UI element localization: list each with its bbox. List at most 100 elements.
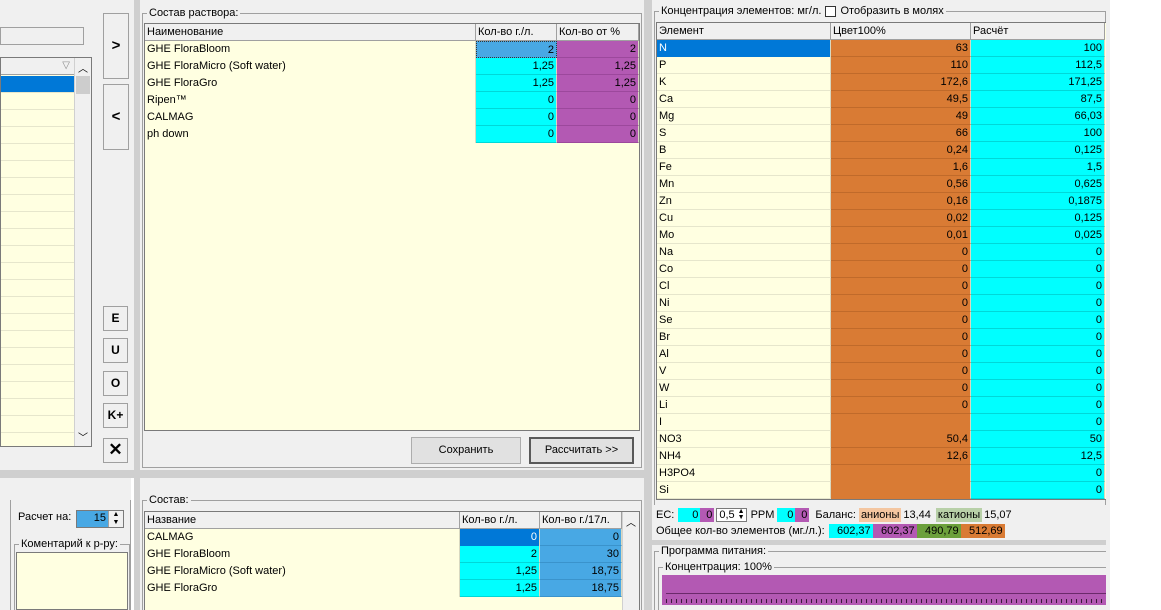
el-header-element[interactable]: Элемент (657, 23, 831, 40)
element-calc-cell[interactable]: 0,1875 (971, 193, 1105, 210)
list-item[interactable] (1, 93, 75, 110)
element-target-cell[interactable]: 0,16 (831, 193, 971, 210)
solution-pct-cell[interactable]: 1,25 (557, 75, 639, 92)
element-target-cell[interactable]: 110 (831, 57, 971, 74)
elements-table[interactable]: Элемент Цвет100% Расчёт N 63 100 P 110 112,5 K… (656, 22, 1106, 500)
element-calc-cell[interactable]: 0,125 (971, 142, 1105, 159)
col-header-name[interactable]: Наименование (145, 24, 476, 41)
element-name-cell[interactable]: Ca (657, 91, 831, 108)
list-item[interactable] (1, 110, 75, 127)
element-target-cell[interactable] (831, 465, 971, 482)
element-row[interactable]: Se 0 0 (657, 312, 1105, 329)
element-name-cell[interactable]: Mn (657, 176, 831, 193)
solution-qty-cell[interactable]: 1,25 (476, 58, 557, 75)
element-target-cell[interactable]: 0 (831, 329, 971, 346)
element-target-cell[interactable]: 0,01 (831, 227, 971, 244)
element-name-cell[interactable]: W (657, 380, 831, 397)
element-calc-cell[interactable]: 0 (971, 414, 1105, 431)
table-row[interactable]: GHE FloraMicro (Soft water) 1,25 18,75 (145, 563, 622, 580)
solution-name-cell[interactable]: GHE FloraBloom (145, 41, 476, 58)
element-calc-cell[interactable]: 0 (971, 397, 1105, 414)
element-target-cell[interactable]: 0 (831, 363, 971, 380)
element-name-cell[interactable]: Ni (657, 295, 831, 312)
comment-textarea[interactable] (16, 552, 128, 610)
element-calc-cell[interactable]: 1,5 (971, 159, 1105, 176)
element-calc-cell[interactable]: 0 (971, 261, 1105, 278)
list-scrollbar[interactable]: ︿ ﹀ (74, 58, 91, 446)
element-target-cell[interactable]: 49,5 (831, 91, 971, 108)
element-calc-cell[interactable]: 0,025 (971, 227, 1105, 244)
list-item[interactable] (1, 399, 75, 416)
element-row[interactable]: H3PO4 0 (657, 465, 1105, 482)
element-target-cell[interactable]: 66 (831, 125, 971, 142)
element-target-cell[interactable]: 63 (831, 40, 971, 57)
list-item[interactable] (1, 76, 75, 93)
composition-name-cell[interactable]: GHE FloraMicro (Soft water) (145, 563, 460, 580)
composition-qty-cell[interactable]: 1,25 (460, 563, 540, 580)
solution-pct-cell[interactable]: 0 (557, 126, 639, 143)
scroll-up-icon[interactable]: ︿ (75, 60, 91, 75)
element-row[interactable]: Cu 0,02 0,125 (657, 210, 1105, 227)
solution-pct-cell[interactable]: 1,25 (557, 58, 639, 75)
element-calc-cell[interactable]: 0 (971, 380, 1105, 397)
element-calc-cell[interactable]: 12,5 (971, 448, 1105, 465)
element-calc-cell[interactable]: 0 (971, 465, 1105, 482)
element-name-cell[interactable]: NO3 (657, 431, 831, 448)
element-row[interactable]: Si 0 (657, 482, 1105, 499)
list-item[interactable] (1, 365, 75, 382)
element-target-cell[interactable]: 0 (831, 278, 971, 295)
element-calc-cell[interactable]: 50 (971, 431, 1105, 448)
element-name-cell[interactable]: P (657, 57, 831, 74)
solution-qty-cell[interactable]: 0 (476, 126, 557, 143)
element-name-cell[interactable]: Cl (657, 278, 831, 295)
product-list[interactable]: ▽ ︿ ﹀ (0, 57, 92, 447)
element-name-cell[interactable]: NH4 (657, 448, 831, 465)
element-calc-cell[interactable]: 0,125 (971, 210, 1105, 227)
element-calc-cell[interactable]: 100 (971, 40, 1105, 57)
table-row[interactable]: CALMAG 0 0 (145, 529, 622, 546)
element-name-cell[interactable]: B (657, 142, 831, 159)
element-name-cell[interactable]: S (657, 125, 831, 142)
element-name-cell[interactable]: I (657, 414, 831, 431)
table-row[interactable]: GHE FloraGro 1,25 1,25 (145, 75, 639, 92)
solution-name-cell[interactable]: GHE FloraMicro (Soft water) (145, 58, 476, 75)
table-row[interactable]: ph down 0 0 (145, 126, 639, 143)
comp-header-qty[interactable]: Кол-во г./л. (460, 512, 540, 529)
element-calc-cell[interactable]: 0,625 (971, 176, 1105, 193)
composition-per17-cell[interactable]: 0 (540, 529, 622, 546)
element-row[interactable]: N 63 100 (657, 40, 1105, 57)
list-item[interactable] (1, 297, 75, 314)
solution-name-cell[interactable]: GHE FloraGro (145, 75, 476, 92)
element-calc-cell[interactable]: 87,5 (971, 91, 1105, 108)
composition-name-cell[interactable]: CALMAG (145, 529, 460, 546)
element-target-cell[interactable]: 12,6 (831, 448, 971, 465)
solution-name-cell[interactable]: ph down (145, 126, 476, 143)
element-row[interactable]: NO3 50,4 50 (657, 431, 1105, 448)
element-calc-cell[interactable]: 0 (971, 312, 1105, 329)
ec-step-input[interactable]: 0,5 ▲ ▼ (716, 508, 747, 522)
element-target-cell[interactable]: 0 (831, 261, 971, 278)
element-row[interactable]: I0 (657, 414, 1105, 431)
element-calc-cell[interactable]: 0 (971, 295, 1105, 312)
el-header-calc[interactable]: Расчёт (971, 23, 1105, 40)
element-name-cell[interactable]: H3PO4 (657, 465, 831, 482)
element-name-cell[interactable]: Cu (657, 210, 831, 227)
solution-qty-cell[interactable]: 0 (476, 109, 557, 126)
ec-step-spin-icon[interactable]: ▲ ▼ (737, 508, 746, 521)
element-name-cell[interactable]: Na (657, 244, 831, 261)
list-item[interactable] (1, 416, 75, 433)
element-row[interactable]: Zn 0,16 0,1875 (657, 193, 1105, 210)
list-item[interactable] (1, 280, 75, 297)
element-target-cell[interactable] (831, 482, 971, 499)
element-calc-cell[interactable]: 0 (971, 278, 1105, 295)
composition-name-cell[interactable]: GHE FloraBloom (145, 546, 460, 563)
composition-name-cell[interactable]: GHE FloraGro (145, 580, 460, 597)
element-name-cell[interactable]: Se (657, 312, 831, 329)
button-u[interactable]: U (103, 338, 128, 363)
comp-header-name[interactable]: Название (145, 512, 460, 529)
element-target-cell[interactable]: 0,56 (831, 176, 971, 193)
element-calc-cell[interactable]: 0 (971, 363, 1105, 380)
element-calc-cell[interactable]: 171,25 (971, 74, 1105, 91)
element-row[interactable]: Al 0 0 (657, 346, 1105, 363)
element-row[interactable]: Na 0 0 (657, 244, 1105, 261)
